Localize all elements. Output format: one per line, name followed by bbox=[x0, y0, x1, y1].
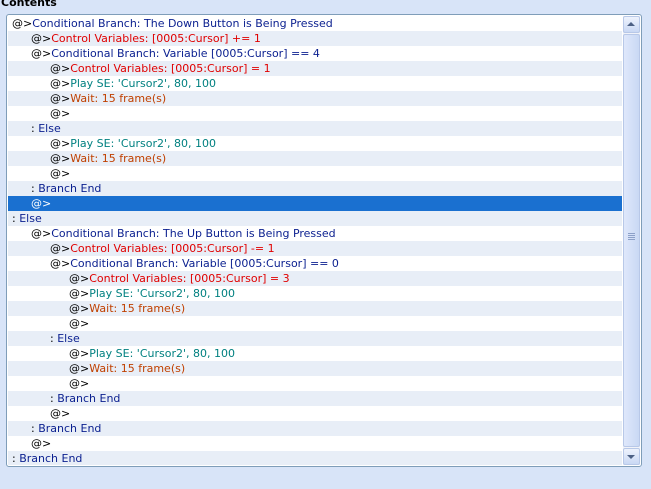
command-text: Branch End bbox=[19, 452, 83, 465]
command-prefix: @> bbox=[69, 302, 90, 315]
command-prefix: @> bbox=[69, 272, 90, 285]
command-prefix: @> bbox=[31, 47, 52, 60]
command-prefix: @> bbox=[12, 17, 33, 30]
event-command-line[interactable]: @>Wait: 15 frame(s) bbox=[8, 301, 622, 316]
command-text: Control Variables: [0005:Cursor] += 1 bbox=[51, 32, 261, 45]
event-command-line[interactable]: @> bbox=[8, 436, 622, 451]
event-command-line[interactable]: @> bbox=[8, 106, 622, 121]
event-command-line[interactable]: @>Control Variables: [0005:Cursor] += 1 bbox=[8, 31, 622, 46]
command-prefix: @> bbox=[50, 167, 71, 180]
command-text: Else bbox=[38, 122, 61, 135]
event-command-line[interactable]: @>Play SE: 'Cursor2', 80, 100 bbox=[8, 346, 622, 361]
command-prefix: @> bbox=[69, 287, 90, 300]
event-command-line[interactable]: @>Control Variables: [0005:Cursor] -= 1 bbox=[8, 241, 622, 256]
command-text: Conditional Branch: Variable [0005:Curso… bbox=[70, 257, 339, 270]
event-command-line[interactable]: @> bbox=[8, 166, 622, 181]
event-command-line[interactable]: @>Play SE: 'Cursor2', 80, 100 bbox=[8, 76, 622, 91]
event-command-line[interactable]: : Else bbox=[8, 331, 622, 346]
command-text: Play SE: 'Cursor2', 80, 100 bbox=[89, 347, 235, 360]
command-prefix: @> bbox=[69, 362, 90, 375]
command-prefix: @> bbox=[31, 197, 52, 210]
command-prefix: @> bbox=[50, 242, 71, 255]
command-text: Control Variables: [0005:Cursor] -= 1 bbox=[70, 242, 275, 255]
command-text: Conditional Branch: The Up Button is Bei… bbox=[51, 227, 336, 240]
command-prefix: @> bbox=[50, 137, 71, 150]
command-prefix: @> bbox=[31, 437, 52, 450]
command-text: Else bbox=[19, 212, 42, 225]
command-prefix: @> bbox=[50, 92, 71, 105]
command-prefix: @> bbox=[31, 32, 52, 45]
event-command-line[interactable]: : Else bbox=[8, 211, 622, 226]
command-text: Branch End bbox=[57, 392, 121, 405]
command-text: Conditional Branch: Variable [0005:Curso… bbox=[51, 47, 320, 60]
event-command-line[interactable]: @> bbox=[8, 406, 622, 421]
event-command-line[interactable]: @>Conditional Branch: The Down Button is… bbox=[8, 16, 622, 31]
event-command-line[interactable]: @>Conditional Branch: Variable [0005:Cur… bbox=[8, 256, 622, 271]
scroll-thumb[interactable] bbox=[623, 34, 640, 447]
command-text: Conditional Branch: The Down Button is B… bbox=[32, 17, 333, 30]
scroll-up-button[interactable] bbox=[623, 16, 640, 33]
event-command-line[interactable]: @>Wait: 15 frame(s) bbox=[8, 151, 622, 166]
command-text: Branch End bbox=[38, 182, 102, 195]
command-text: Play SE: 'Cursor2', 80, 100 bbox=[70, 77, 216, 90]
arrow-up-icon bbox=[627, 22, 635, 26]
contents-title: Contents bbox=[1, 0, 57, 9]
command-prefix: @> bbox=[69, 347, 90, 360]
command-text: Wait: 15 frame(s) bbox=[70, 92, 167, 105]
event-command-line[interactable]: @>Conditional Branch: Variable [0005:Cur… bbox=[8, 46, 622, 61]
command-prefix: @> bbox=[31, 227, 52, 240]
event-command-line[interactable]: @>Control Variables: [0005:Cursor] = 1 bbox=[8, 61, 622, 76]
command-text: Play SE: 'Cursor2', 80, 100 bbox=[89, 287, 235, 300]
command-text: Branch End bbox=[38, 422, 102, 435]
event-command-line[interactable]: : Branch End bbox=[8, 391, 622, 406]
event-command-line[interactable]: @>Conditional Branch: The Up Button is B… bbox=[8, 226, 622, 241]
command-text: Else bbox=[57, 332, 80, 345]
event-command-lines[interactable]: @>Conditional Branch: The Down Button is… bbox=[8, 16, 622, 465]
event-command-line[interactable]: @>Wait: 15 frame(s) bbox=[8, 91, 622, 106]
vertical-scrollbar[interactable] bbox=[623, 16, 640, 465]
event-command-line[interactable]: @>Play SE: 'Cursor2', 80, 100 bbox=[8, 136, 622, 151]
event-command-line[interactable]: : Branch End bbox=[8, 181, 622, 196]
command-prefix: @> bbox=[69, 317, 90, 330]
window-header: Contents bbox=[0, 0, 651, 14]
command-text: Wait: 15 frame(s) bbox=[70, 152, 167, 165]
event-contents-list[interactable]: @>Conditional Branch: The Down Button is… bbox=[6, 14, 642, 467]
command-prefix: @> bbox=[50, 107, 71, 120]
command-prefix: @> bbox=[50, 257, 71, 270]
command-prefix: @> bbox=[69, 377, 90, 390]
event-command-line[interactable]: @>Wait: 15 frame(s) bbox=[8, 361, 622, 376]
command-text: Control Variables: [0005:Cursor] = 3 bbox=[89, 272, 290, 285]
command-prefix: @> bbox=[50, 62, 71, 75]
arrow-down-icon bbox=[627, 455, 635, 459]
event-command-line[interactable]: @>Control Variables: [0005:Cursor] = 3 bbox=[8, 271, 622, 286]
event-command-line[interactable]: @> bbox=[8, 316, 622, 331]
command-prefix: @> bbox=[50, 77, 71, 90]
event-command-line[interactable]: : Branch End bbox=[8, 451, 622, 465]
command-text: Control Variables: [0005:Cursor] = 1 bbox=[70, 62, 271, 75]
event-command-line[interactable]: @> bbox=[8, 196, 622, 211]
scroll-down-button[interactable] bbox=[623, 448, 640, 465]
event-command-line[interactable]: : Else bbox=[8, 121, 622, 136]
event-command-line[interactable]: @>Play SE: 'Cursor2', 80, 100 bbox=[8, 286, 622, 301]
grip-icon bbox=[628, 233, 635, 240]
event-command-line[interactable]: @> bbox=[8, 376, 622, 391]
event-command-line[interactable]: : Branch End bbox=[8, 421, 622, 436]
command-prefix: @> bbox=[50, 407, 71, 420]
command-prefix: @> bbox=[50, 152, 71, 165]
command-text: Wait: 15 frame(s) bbox=[89, 362, 186, 375]
command-text: Wait: 15 frame(s) bbox=[89, 302, 186, 315]
command-text: Play SE: 'Cursor2', 80, 100 bbox=[70, 137, 216, 150]
